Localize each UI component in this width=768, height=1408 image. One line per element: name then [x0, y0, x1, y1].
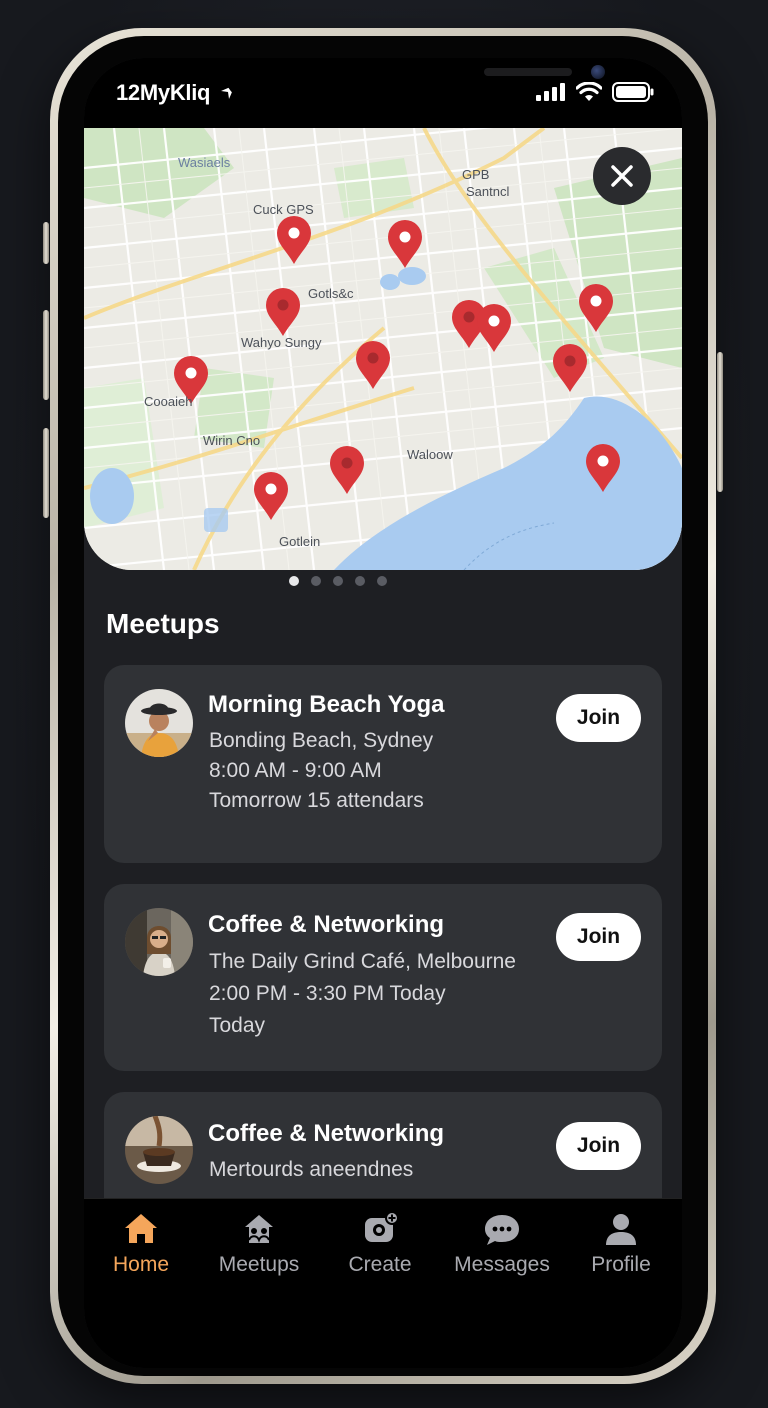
tab-label: Home	[112, 1253, 170, 1276]
tab-profile[interactable]: Profile	[566, 1209, 676, 1277]
meetup-location: The Daily Grind Café, Melbourne	[209, 950, 516, 973]
carrier-name: 12MyKliq	[116, 80, 211, 105]
avatar	[125, 908, 193, 976]
meetup-details: Today	[209, 1014, 266, 1037]
map-label: Gotls&c	[308, 286, 354, 301]
front-camera	[591, 65, 605, 79]
meetups-icon	[245, 1215, 273, 1243]
messages-icon	[485, 1215, 519, 1245]
avatar	[125, 1116, 193, 1184]
tab-bar: Home Meetups Create Messages Profile	[84, 1198, 682, 1368]
meetup-title: Coffee & Networking	[208, 1120, 445, 1147]
volume-down-button	[43, 428, 49, 518]
wifi-icon	[576, 82, 602, 101]
map-label: Cooaieh	[144, 394, 192, 409]
mute-switch	[43, 222, 49, 264]
meetup-time: 8:00 AM - 9:00 AM	[209, 759, 382, 782]
meetup-location: Bonding Beach, Sydney	[209, 729, 434, 752]
meetup-location: Mertourds aneendnes	[209, 1158, 414, 1181]
speaker-grille	[484, 68, 572, 76]
map-label: Cuck GPS	[253, 202, 314, 217]
map-pager[interactable]	[84, 576, 637, 586]
pager-dot[interactable]	[333, 576, 343, 586]
meetup-title: Morning Beach Yoga	[208, 691, 445, 718]
map-canvas: Wasiaels Cuck GPS GPB Santncl Gotls&c Wa…	[84, 128, 682, 570]
power-button	[717, 352, 723, 492]
meetup-time: 2:00 PM - 3:30 PM Today	[209, 982, 446, 1005]
status-bar: 12MyKliq	[84, 58, 682, 128]
notch	[224, 58, 605, 102]
background: 12MyKliq Wasiaels Cuck GPS GPB Santncl G…	[0, 0, 768, 1408]
section-title-meetups: Meetups	[106, 608, 220, 639]
tab-home[interactable]: Home	[86, 1209, 196, 1277]
tab-messages[interactable]: Messages	[447, 1209, 557, 1277]
avatar	[125, 689, 193, 757]
tab-create[interactable]: Create	[325, 1209, 435, 1277]
profile-icon	[606, 1214, 636, 1245]
close-map-button[interactable]	[593, 147, 651, 205]
map-view[interactable]: Wasiaels Cuck GPS GPB Santncl Gotls&c Wa…	[84, 128, 682, 570]
create-icon	[365, 1211, 399, 1242]
map-label: Wirin Cno	[203, 433, 260, 448]
meetup-details: Tomorrow 15 attendars	[209, 789, 424, 812]
home-icon	[125, 1214, 157, 1243]
pager-dot-active[interactable]	[289, 576, 299, 586]
tab-label: Meetups	[218, 1253, 300, 1276]
map-label: Wahyo Sungy	[241, 335, 322, 350]
close-icon	[611, 165, 633, 187]
status-icons	[536, 82, 654, 102]
pager-dot[interactable]	[311, 576, 321, 586]
map-label: Waloow	[407, 447, 453, 462]
map-label: Santncl	[466, 184, 509, 199]
map-label: GPB	[462, 167, 489, 182]
volume-up-button	[43, 310, 49, 400]
signal-icon	[536, 83, 565, 101]
tab-label: Profile	[591, 1253, 651, 1276]
join-button[interactable]: Join	[556, 913, 641, 961]
meetup-card[interactable]: Coffee & Networking The Daily Grind Café…	[104, 884, 662, 1071]
tab-label: Messages	[454, 1253, 550, 1276]
meetup-title: Coffee & Networking	[208, 911, 445, 938]
map-label: Gotlein	[279, 534, 320, 549]
battery-icon	[612, 82, 654, 102]
pager-dot[interactable]	[355, 576, 365, 586]
join-button[interactable]: Join	[556, 1122, 641, 1170]
join-button[interactable]: Join	[556, 694, 641, 742]
tab-label: Create	[348, 1253, 412, 1276]
map-label: Wasiaels	[178, 155, 231, 170]
meetup-card[interactable]: Morning Beach Yoga Bonding Beach, Sydney…	[104, 665, 662, 863]
pager-dot[interactable]	[377, 576, 387, 586]
tab-meetups[interactable]: Meetups	[204, 1209, 314, 1277]
phone-screen: 12MyKliq Wasiaels Cuck GPS GPB Santncl G…	[84, 58, 682, 1368]
